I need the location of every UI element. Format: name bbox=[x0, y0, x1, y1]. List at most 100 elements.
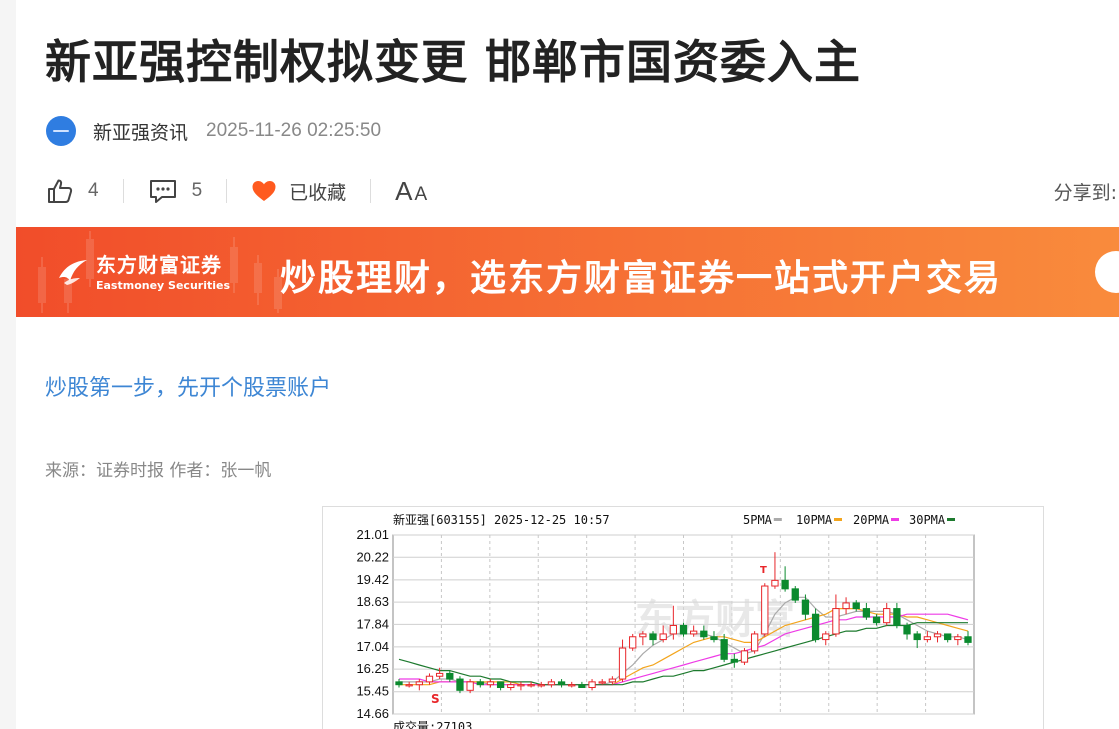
candlestick-chart: 新亚强[603155] 2025-12-25 10:57 5PMA 10PMA 20… bbox=[356, 512, 975, 729]
candle-body bbox=[679, 624, 688, 635]
candle-body bbox=[435, 672, 444, 677]
chart-marker-t: T bbox=[760, 565, 767, 576]
candle-body bbox=[486, 681, 495, 686]
y-tick-label: 14.66 bbox=[356, 706, 389, 721]
candle bbox=[954, 633, 962, 646]
candle-body bbox=[852, 602, 860, 610]
candle bbox=[547, 679, 556, 688]
comment-icon bbox=[149, 180, 176, 203]
brand-name-cn: 东方财富证券 bbox=[96, 253, 222, 277]
y-tick-label: 19.42 bbox=[356, 572, 389, 587]
candle bbox=[872, 614, 881, 626]
divider bbox=[226, 179, 228, 203]
candle bbox=[507, 681, 515, 691]
candle-body bbox=[710, 636, 718, 641]
candle-body bbox=[496, 681, 505, 689]
candle-body bbox=[507, 684, 515, 689]
candle bbox=[781, 566, 789, 592]
candle bbox=[588, 679, 596, 691]
brand-logo: 东方财富证券 Eastmoney Securities bbox=[56, 249, 230, 292]
chart-watermark: 东方财富 bbox=[635, 597, 795, 643]
source-name[interactable]: 新亚强资讯 bbox=[93, 118, 188, 145]
banner-slogan: 炒股理财，选东方财富证券一站式开户交易 bbox=[280, 258, 1003, 299]
candle-body bbox=[578, 684, 586, 689]
publish-time: 2025-11-26 02:25:50 bbox=[206, 120, 382, 141]
candle-body bbox=[547, 681, 556, 686]
candle-body bbox=[618, 647, 627, 680]
like-button[interactable]: 4 bbox=[46, 177, 99, 205]
like-count: 4 bbox=[88, 180, 99, 201]
comment-button[interactable]: 5 bbox=[148, 177, 203, 205]
legend-swatch bbox=[947, 518, 955, 521]
candle-body bbox=[608, 678, 617, 683]
font-size-toggle[interactable]: A A bbox=[395, 176, 427, 207]
article-title: 新亚强控制权拟变更 邯郸市国资委入主 bbox=[45, 35, 862, 89]
candle-body bbox=[740, 650, 749, 663]
candle bbox=[517, 681, 525, 691]
candle-body bbox=[456, 678, 464, 691]
candle-body bbox=[944, 633, 952, 641]
candle bbox=[456, 676, 464, 694]
candle-body bbox=[771, 579, 779, 587]
candle bbox=[578, 681, 586, 689]
candle bbox=[496, 681, 505, 691]
banner-scroll-button[interactable] bbox=[1095, 251, 1119, 293]
candle bbox=[811, 608, 820, 643]
article-page: 新亚强控制权拟变更 邯郸市国资委入主 新亚强资讯 2025-11-26 02:2… bbox=[16, 0, 1119, 729]
candle bbox=[883, 602, 891, 626]
candle-body bbox=[476, 681, 484, 686]
font-size-small-label: A bbox=[414, 183, 428, 205]
chart-legend: 5PMA 10PMA 20PMA 30PMA bbox=[743, 513, 955, 527]
legend-label: 20PMA bbox=[853, 513, 890, 527]
ad-banner[interactable]: 东方财富证券 Eastmoney Securities 炒股理财，选东方财富证券… bbox=[16, 227, 1119, 317]
candle bbox=[405, 681, 413, 688]
legend-label: 5PMA bbox=[743, 513, 773, 527]
candle-body bbox=[883, 608, 891, 624]
y-tick-label: 17.04 bbox=[356, 639, 389, 654]
candle-body bbox=[598, 681, 606, 684]
candle-body bbox=[537, 684, 545, 687]
candle bbox=[486, 679, 495, 688]
candle bbox=[618, 639, 627, 682]
chart-marker-s: S bbox=[431, 692, 440, 706]
source-avatar[interactable] bbox=[46, 116, 76, 146]
open-account-link[interactable]: 炒股第一步，先开个股票账户 bbox=[45, 370, 331, 402]
candle bbox=[822, 631, 830, 646]
candle-body bbox=[639, 633, 647, 638]
candle-body bbox=[446, 672, 454, 680]
favorite-button[interactable]: 已收藏 bbox=[251, 178, 346, 205]
candle bbox=[862, 602, 871, 620]
candle bbox=[832, 594, 840, 637]
candle-body bbox=[395, 681, 403, 686]
candle bbox=[425, 673, 434, 685]
candle bbox=[395, 679, 403, 688]
candle-body bbox=[730, 658, 738, 663]
candle bbox=[903, 622, 911, 640]
y-tick-label: 16.25 bbox=[356, 661, 389, 676]
candle bbox=[944, 633, 952, 643]
candle bbox=[761, 583, 769, 637]
candle bbox=[842, 597, 850, 615]
candle-body bbox=[557, 681, 566, 686]
share-label: 分享到: bbox=[1053, 181, 1117, 204]
y-tick-label: 15.45 bbox=[356, 684, 389, 699]
candle bbox=[913, 631, 921, 649]
candle-body bbox=[801, 599, 810, 615]
candle-body bbox=[425, 675, 434, 683]
candle-body bbox=[933, 633, 942, 638]
legend-swatch bbox=[773, 518, 782, 521]
candle bbox=[964, 631, 972, 646]
candle-body bbox=[669, 624, 677, 635]
candle bbox=[893, 602, 901, 629]
heart-icon bbox=[252, 181, 276, 201]
article-meta: 新亚强资讯 2025-11-26 02:25:50 bbox=[46, 115, 381, 147]
comment-count: 5 bbox=[191, 180, 203, 201]
candle-body bbox=[720, 639, 728, 660]
legend-swatch bbox=[891, 518, 899, 521]
candle bbox=[537, 681, 545, 688]
candle-body bbox=[822, 633, 830, 641]
font-size-large-label: A bbox=[395, 175, 413, 206]
candle-body bbox=[405, 684, 413, 687]
candle-body bbox=[517, 684, 525, 687]
candle-body bbox=[923, 636, 932, 641]
